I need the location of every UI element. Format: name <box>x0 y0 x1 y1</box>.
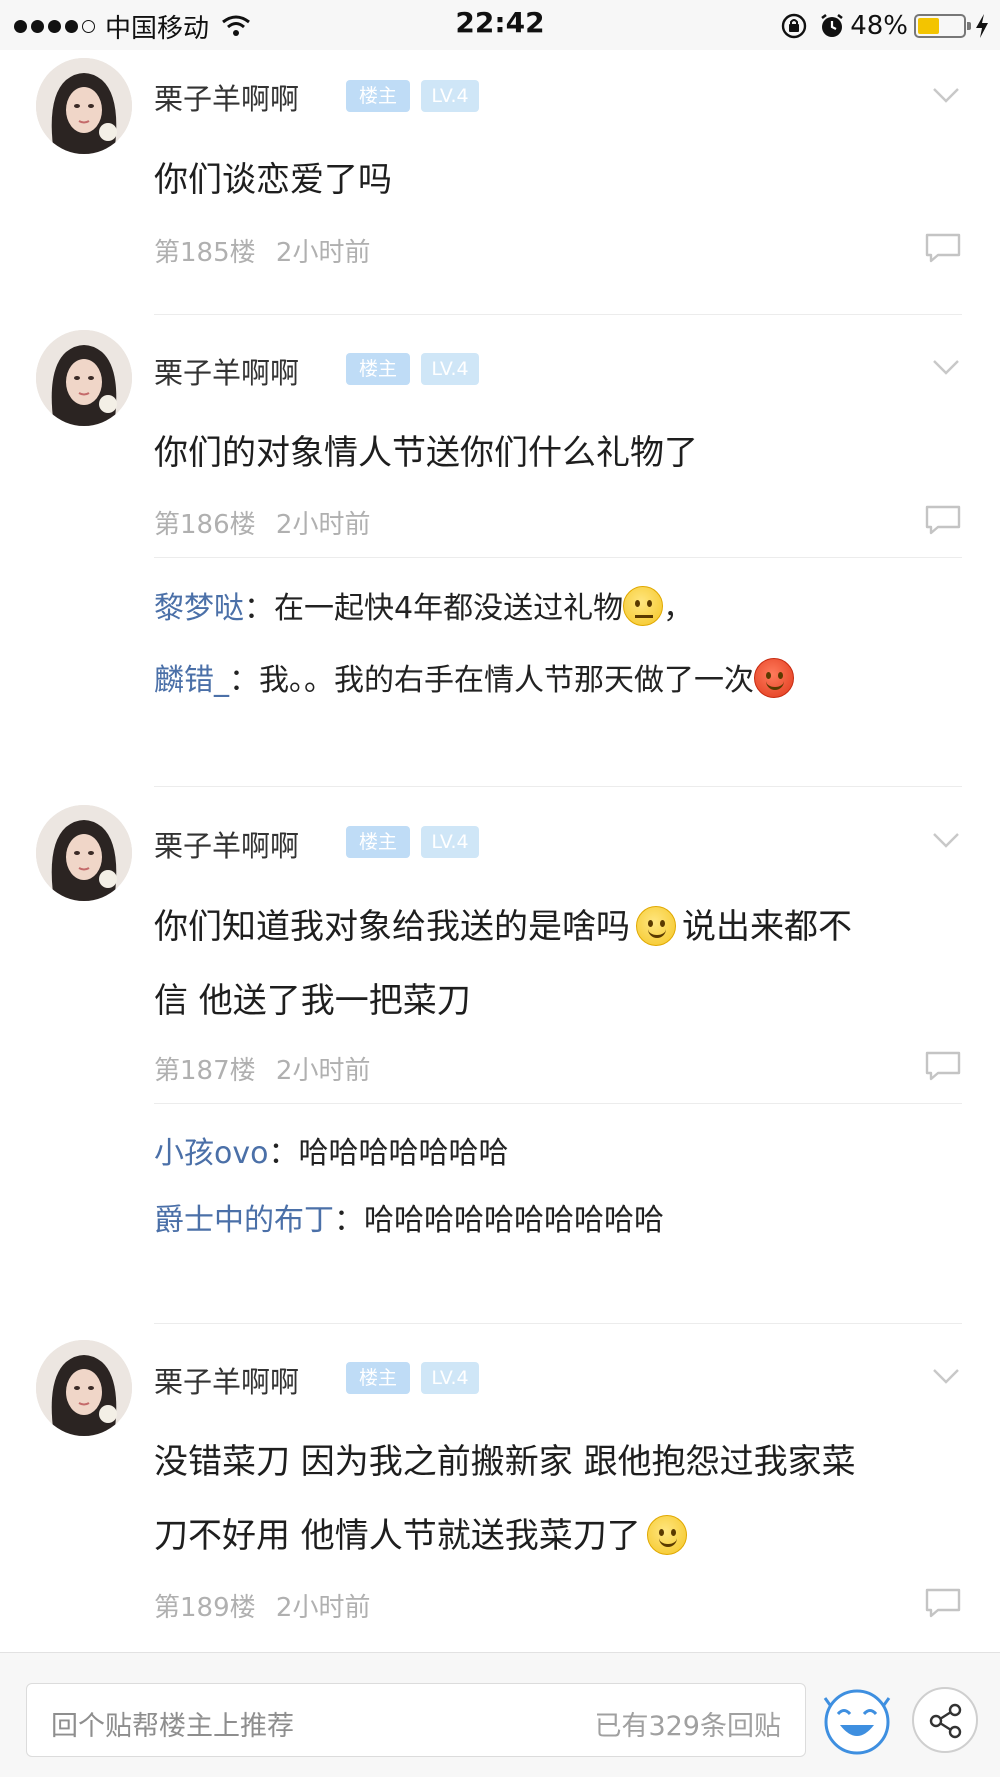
post-content-text: 刀不好用 他情人节就送我菜刀了 <box>154 1516 641 1556</box>
post-content-line-1: 没错菜刀 因为我之前搬新家 跟他抱怨过我家菜 <box>154 1442 856 1482</box>
post-time: 2小时前 <box>275 1593 371 1623</box>
post-content: 没错菜刀 因为我之前搬新家 跟他抱怨过我家菜 刀不好用 他情人节就送我菜刀了 <box>154 1425 954 1573</box>
username[interactable]: 栗子羊啊啊 <box>154 1359 299 1401</box>
post-floor-189: 栗子羊啊啊 楼主 LV.4 没错菜刀 因为我之前搬新家 跟他抱怨过我家菜 刀不好… <box>0 0 1000 1650</box>
chevron-down-icon[interactable] <box>932 1367 960 1385</box>
avatar[interactable] <box>36 1340 132 1436</box>
post-content-line-2: 刀不好用 他情人节就送我菜刀了 <box>154 1499 954 1573</box>
laughing-face-icon[interactable] <box>820 1683 894 1757</box>
post-meta: 第189楼 2小时前 <box>154 1587 370 1624</box>
share-button[interactable] <box>912 1687 978 1753</box>
host-badge: 楼主 <box>346 1362 410 1394</box>
avatar-image-icon <box>36 1340 132 1436</box>
reply-comment-icon[interactable] <box>924 1587 962 1619</box>
floor-number: 第189楼 <box>154 1593 256 1623</box>
reply-input[interactable]: 回个贴帮楼主上推荐 已有329条回贴 <box>26 1683 806 1757</box>
reply-count: 已有329条回贴 <box>594 1711 781 1742</box>
reply-input-placeholder: 回个贴帮楼主上推荐 <box>51 1711 294 1742</box>
share-icon <box>929 1703 962 1739</box>
smile-face-icon <box>646 1515 687 1555</box>
level-badge: LV.4 <box>421 1362 479 1394</box>
bottom-reply-bar: 回个贴帮楼主上推荐 已有329条回贴 <box>0 1652 1000 1777</box>
